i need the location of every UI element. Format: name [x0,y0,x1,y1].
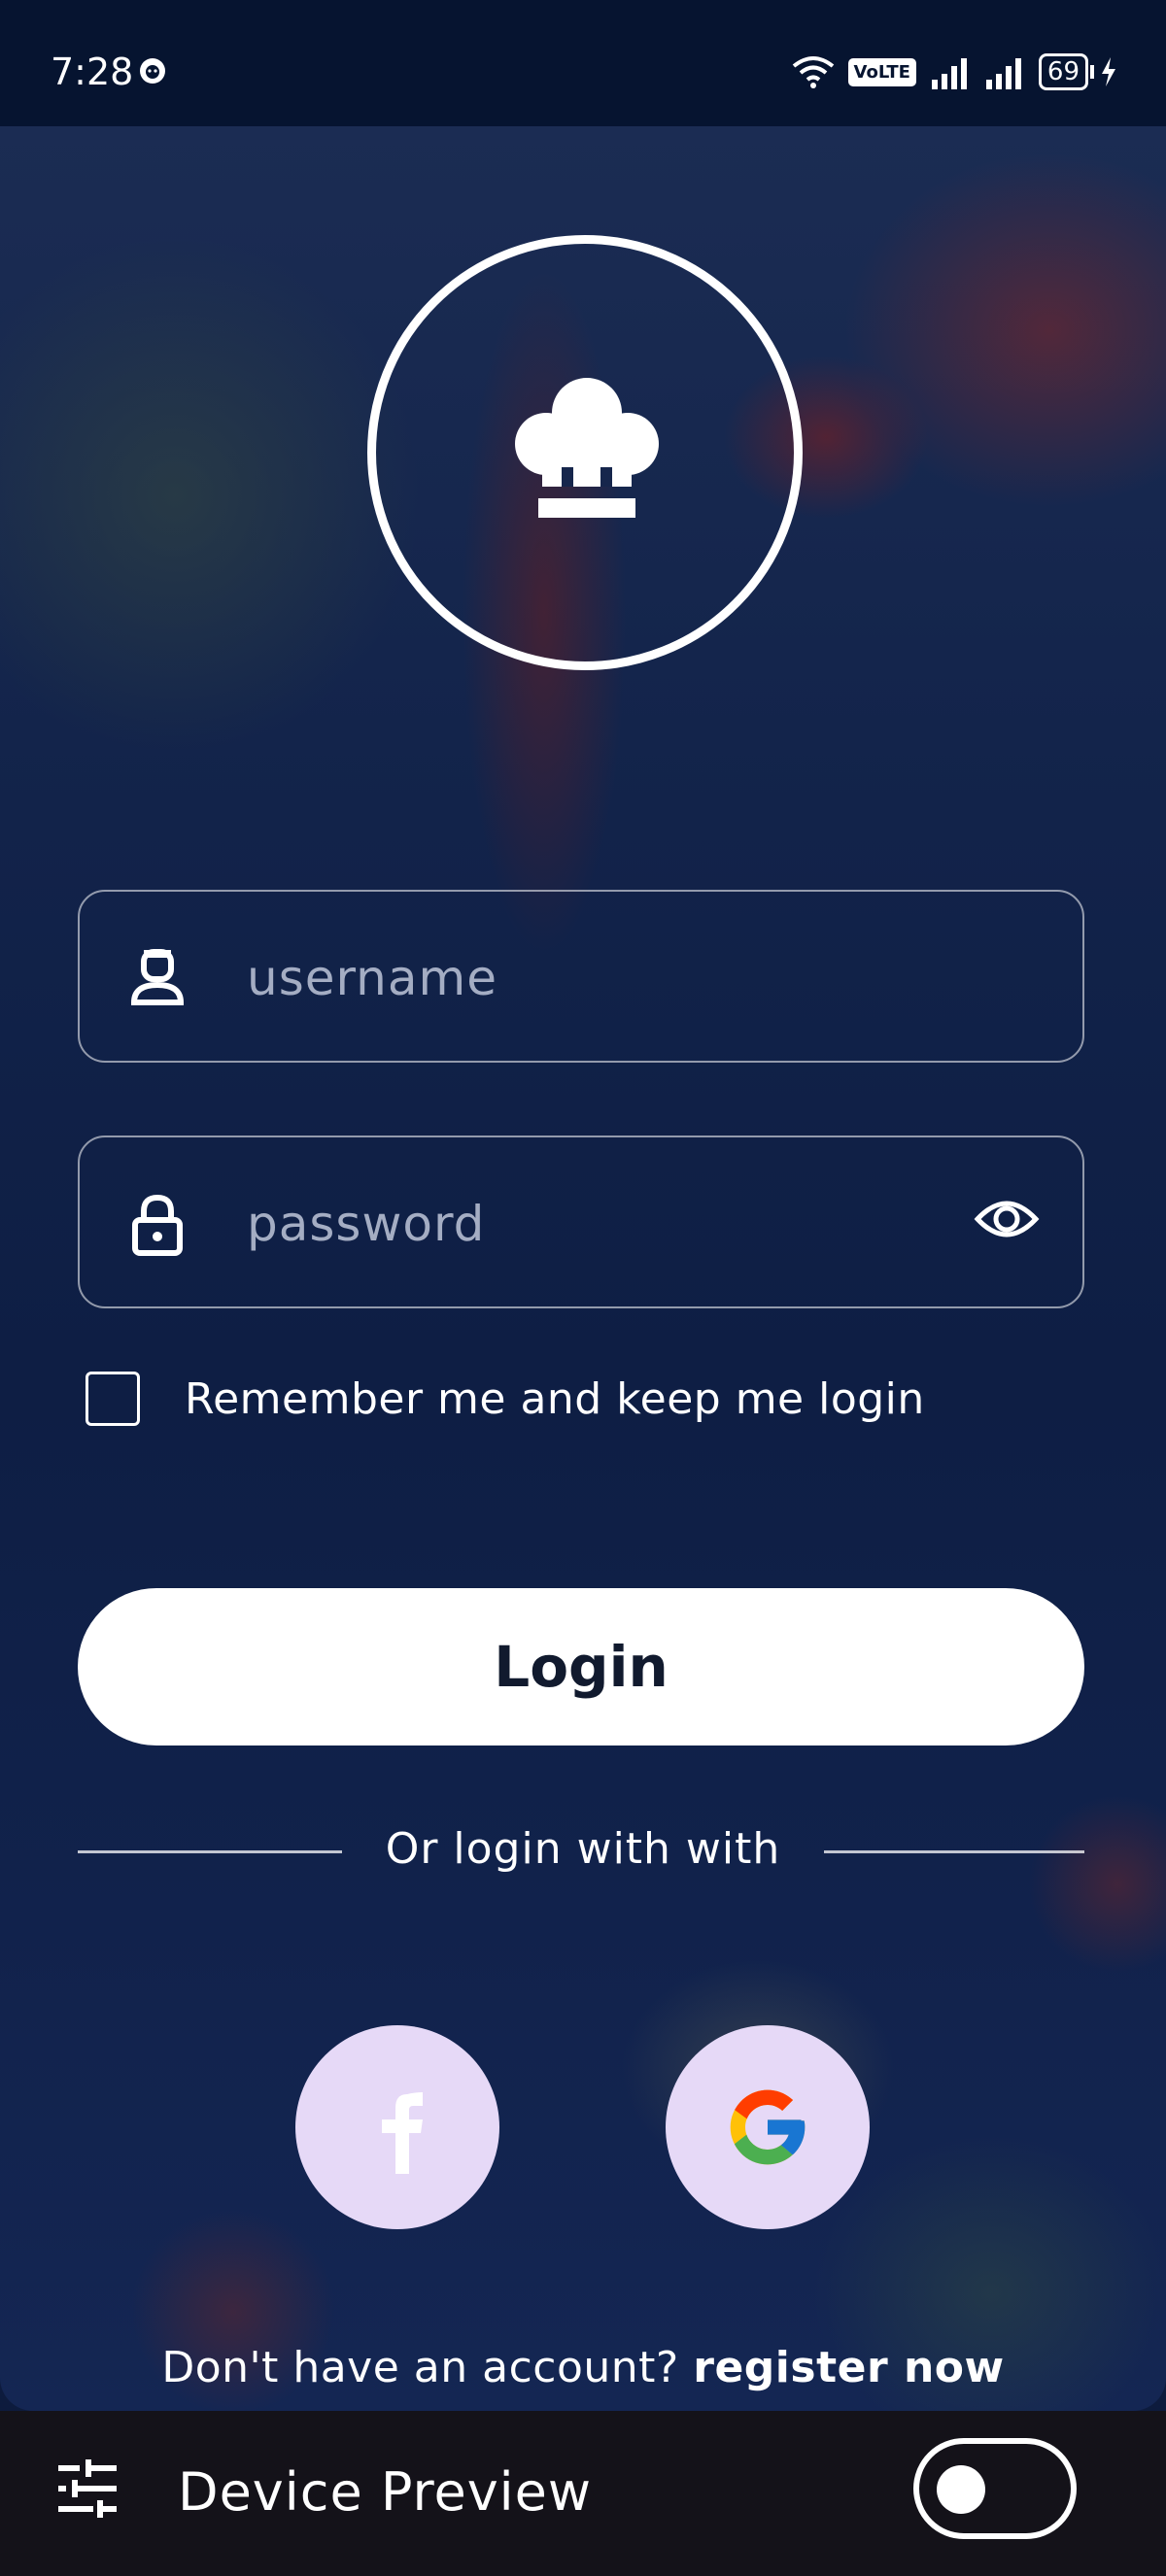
status-time: 7:28 [51,51,134,93]
notification-icon [140,58,165,84]
register-text: Don't have an account? [161,2343,679,2392]
remember-me[interactable]: Remember me and keep me login [86,1368,925,1430]
device-preview-title: Device Preview [178,2461,593,2523]
status-icons: VoLTE 69 [792,51,1117,93]
login-button[interactable]: Login [78,1588,1084,1746]
status-bar: 7:28 VoLTE 69 [0,0,1166,126]
lock-icon [132,1194,183,1256]
login-screen: Remember me and keep me login Login Or l… [0,126,1166,2411]
toggle-knob [937,2465,985,2514]
signal-icon [931,58,967,89]
facebook-button[interactable] [295,2025,499,2229]
divider-right [824,1850,1084,1853]
register-prompt: Don't have an account? register now [0,2343,1166,2392]
volte-badge: VoLTE [847,57,916,86]
app-logo [367,235,803,670]
register-link[interactable]: register now [693,2343,1004,2392]
password-field[interactable] [78,1135,1084,1308]
wifi-icon [792,56,834,88]
remember-checkbox[interactable] [86,1372,140,1426]
device-preview-toggle[interactable] [913,2438,1077,2539]
username-field[interactable] [78,890,1084,1063]
google-button[interactable] [666,2025,870,2229]
chef-hat-icon [515,378,659,518]
username-input[interactable] [245,931,987,1026]
password-input[interactable] [245,1176,851,1271]
tune-icon[interactable] [56,2457,119,2520]
signal-icon-2 [985,58,1021,89]
battery-icon: 69 [1038,53,1117,90]
user-icon [130,949,185,1005]
or-login-text: Or login with with [385,1824,781,1874]
battery-level: 69 [1038,53,1088,90]
show-password-icon[interactable] [974,1194,1040,1244]
facebook-icon [382,2092,423,2174]
remember-label: Remember me and keep me login [185,1373,925,1424]
device-preview-bar: Device Preview [0,2411,1166,2576]
google-icon [730,2089,806,2165]
